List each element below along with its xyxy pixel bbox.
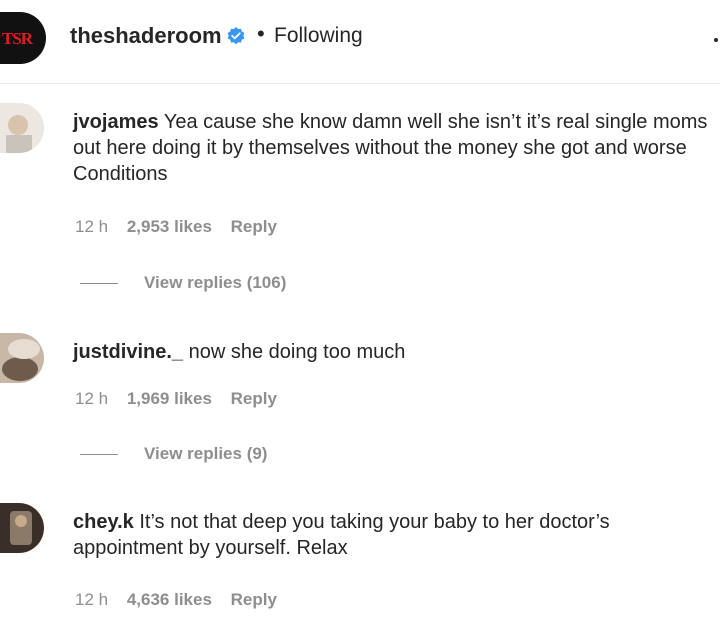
comment-time: 12 h <box>75 217 109 236</box>
replies-line <box>80 283 118 285</box>
likes-count[interactable]: 1,969 likes <box>127 389 212 408</box>
comment-username[interactable]: chey.k <box>73 511 134 533</box>
view-replies-button[interactable]: View replies (9) <box>80 444 267 464</box>
verified-badge-icon <box>227 27 245 45</box>
separator-dot: • <box>257 21 265 46</box>
comment-time: 12 h <box>75 389 109 408</box>
likes-count[interactable]: 2,953 likes <box>127 217 212 236</box>
avatar-photo-icon <box>0 333 44 383</box>
view-replies-label: View replies (106) <box>144 273 287 292</box>
comment-username[interactable]: jvojames <box>73 111 159 133</box>
account-avatar[interactable]: TSR <box>0 12 46 64</box>
comment-meta: 12 h 1,969 likes Reply <box>75 389 291 409</box>
comment-username[interactable]: justdivine._ <box>73 341 183 363</box>
comment-body: now she doing too much <box>188 341 406 363</box>
likes-count[interactable]: 4,636 likes <box>127 590 212 609</box>
reply-button[interactable]: Reply <box>231 217 277 236</box>
post-header: TSR theshaderoom • Following <box>0 0 720 82</box>
commenter-avatar[interactable] <box>0 503 44 553</box>
reply-button[interactable]: Reply <box>231 389 277 408</box>
commenter-avatar[interactable] <box>0 103 44 153</box>
comment-text: justdivine._ now she doing too much <box>73 339 713 365</box>
comment-text: chey.k It’s not that deep you taking you… <box>73 509 713 561</box>
comment-meta: 12 h 4,636 likes Reply <box>75 590 291 610</box>
reply-button[interactable]: Reply <box>231 590 277 609</box>
account-username[interactable]: theshaderoom <box>70 23 222 49</box>
comment-meta: 12 h 2,953 likes Reply <box>75 217 291 237</box>
avatar-photo-icon <box>0 503 44 553</box>
comment-body: Yea cause she know damn well she isn’t i… <box>73 111 708 185</box>
comment-time: 12 h <box>75 590 109 609</box>
view-replies-label: View replies (9) <box>144 444 268 463</box>
tsr-logo-icon: TSR <box>2 29 33 48</box>
comment-text: jvojames Yea cause she know damn well sh… <box>73 109 713 187</box>
view-replies-button[interactable]: View replies (106) <box>80 273 286 293</box>
avatar-photo-icon <box>0 103 44 153</box>
header-divider <box>0 83 720 84</box>
comment-body: It’s not that deep you taking your baby … <box>73 511 610 559</box>
following-button[interactable]: Following <box>274 24 363 48</box>
replies-line <box>80 454 118 456</box>
more-options-icon[interactable] <box>714 38 718 42</box>
commenter-avatar[interactable] <box>0 333 44 383</box>
